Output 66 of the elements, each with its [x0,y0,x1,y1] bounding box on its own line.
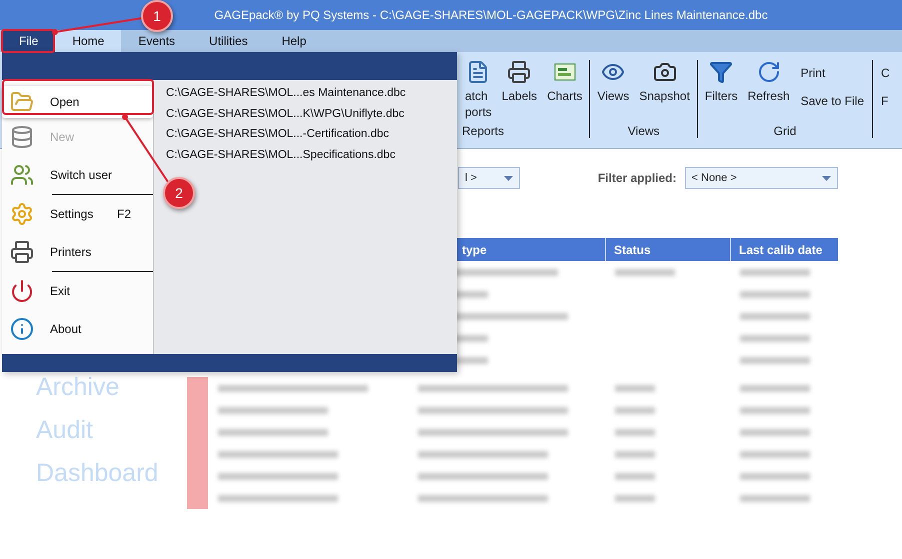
redacted-text [615,384,655,392]
redacted-text [740,290,810,298]
redacted-text [740,268,810,276]
users-icon [10,163,34,187]
recent-file[interactable]: C:\GAGE-SHARES\MOL...Specifications.dbc [166,146,457,165]
camera-icon [652,60,677,84]
database-icon [10,125,34,149]
info-icon [10,317,34,341]
group-label: Reports [462,124,504,138]
menu-tab[interactable]: Events [121,30,192,52]
ribbon-link[interactable]: Save to File [800,94,864,108]
refresh-icon [756,60,781,84]
ribbon-button[interactable]: Charts [544,60,586,124]
redacted-text [740,356,810,364]
window-title: GAGEpack® by PQ Systems - C:\GAGE-SHARES\MOL-GAGEPACK\WPG\Zinc Lines Maintenance.dbc [214,8,768,22]
ribbon-button[interactable]: Views [594,60,632,124]
menu-item[interactable]: Open [2,86,153,118]
redacted-text [615,428,655,436]
redacted-text [740,450,810,458]
redacted-text [740,312,810,320]
settings-icon [10,202,34,226]
ribbon-link[interactable]: C [881,66,890,80]
recent-file[interactable]: C:\GAGE-SHARES\MOL...-Certification.dbc [166,125,457,144]
ribbon-link[interactable]: F [881,94,890,108]
menu-item[interactable]: About [2,310,153,348]
column-header[interactable]: Last calib date [730,238,838,261]
power-icon [10,279,34,303]
view-dropdown[interactable]: l > [458,167,520,189]
group-label: Views [628,124,660,138]
redacted-text [740,384,810,392]
redacted-text [740,494,810,502]
menu-item[interactable]: Switch user [2,156,153,194]
redacted-text [740,472,810,480]
menu-item[interactable]: Settings F2 [2,195,153,233]
group-label: Grid [774,124,796,138]
folder-icon [10,90,34,114]
caret-icon [504,176,513,180]
redacted-text [615,406,655,414]
redacted-text [615,494,655,502]
menu-tab[interactable]: Home [55,30,122,52]
redacted-text [615,472,655,480]
redacted-text [740,334,810,342]
redacted-text [615,450,655,458]
menu-item[interactable]: Printers [2,233,153,271]
ribbon-button[interactable]: Filters [702,60,741,124]
printer-icon [507,60,532,84]
menu-tab[interactable]: Help [264,30,324,52]
ribbon-button[interactable]: Labels [498,60,540,124]
menu-tab[interactable]: Utilities [192,30,265,52]
ribbon-button[interactable]: Refresh [744,60,793,124]
filter-label: Filter applied: [598,171,677,185]
ribbon-button[interactable]: atch ports [462,60,495,124]
recent-file[interactable]: C:\GAGE-SHARES\MOL...es Maintenance.dbc [166,84,457,104]
menu-item[interactable]: Exit [2,272,153,310]
column-header[interactable]: Status [605,238,730,261]
highlight-frame [1,29,55,53]
ribbon-button[interactable]: Snapshot [636,60,693,124]
printer-icon [10,240,34,264]
caret-icon [822,176,831,180]
redacted-text [615,268,675,276]
recent-file[interactable]: C:\GAGE-SHARES\MOL...K\WPG\Uniflyte.dbc [166,104,457,124]
filter-dropdown[interactable]: < None > [684,167,838,189]
funnel-icon [709,60,734,84]
redacted-text [740,428,810,436]
redacted-text [740,406,810,414]
ribbon-link[interactable]: Print [800,66,864,80]
